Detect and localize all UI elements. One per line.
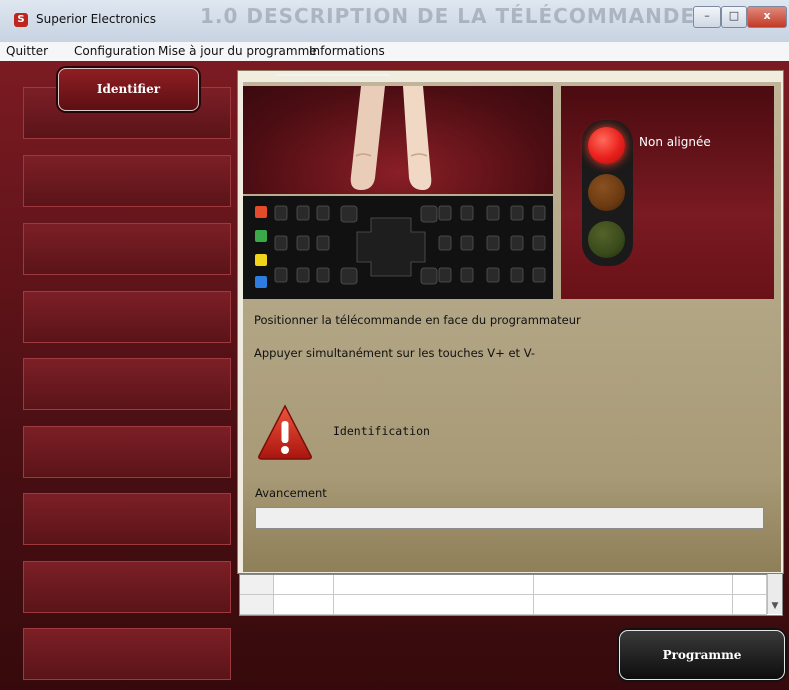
minimize-button[interactable]: – [693, 6, 721, 28]
side-panel-6 [23, 426, 231, 478]
background-caption: 1.0 DESCRIPTION DE LA TÉLÉCOMMANDE [200, 4, 696, 28]
side-panel-5 [23, 358, 231, 410]
traffic-light-icon [582, 120, 633, 266]
instruction-line-1: Positionner la télécommande en face du p… [254, 313, 581, 327]
side-panel-8 [23, 561, 231, 613]
hand-image [243, 86, 553, 194]
scroll-down-icon[interactable]: ▼ [768, 601, 782, 611]
window-title: Superior Electronics [36, 12, 156, 26]
table-cell [274, 595, 334, 615]
side-panel-9 [23, 628, 231, 680]
scrollbar[interactable]: ▼ [767, 574, 782, 614]
menu-configuration[interactable]: Configuration [74, 44, 155, 58]
close-button[interactable]: x [747, 6, 787, 28]
table-cell [534, 595, 733, 615]
menu-informations[interactable]: Informations [309, 44, 385, 58]
remote-control-image [243, 196, 553, 299]
progress-bar [255, 507, 764, 529]
table-cell [733, 595, 767, 615]
programme-button[interactable]: Programme [619, 630, 785, 680]
table-row-header [240, 595, 274, 615]
table-row-header [240, 575, 274, 595]
progress-label: Avancement [255, 486, 327, 500]
side-panel-3 [23, 223, 231, 275]
alignment-status: Non alignée [639, 135, 711, 149]
table-cell [334, 575, 534, 595]
title-bar: S Superior Electronics 1.0 DESCRIPTION D… [0, 0, 789, 43]
identification-label: Identification [333, 424, 430, 438]
log-table[interactable] [239, 574, 783, 616]
amber-lamp [588, 174, 625, 211]
tab-indicator [276, 74, 390, 76]
menu-mise-a-jour[interactable]: Mise à jour du programme [158, 44, 317, 58]
side-panel-4 [23, 291, 231, 343]
identify-button[interactable]: Identifier [58, 68, 199, 111]
table-cell [274, 575, 334, 595]
menu-bar: Quitter Configuration Mise à jour du pro… [0, 42, 789, 62]
warning-icon [256, 403, 314, 461]
app-icon: S [14, 13, 28, 27]
table-cell [334, 595, 534, 615]
green-lamp [588, 221, 625, 258]
side-panel-2 [23, 155, 231, 207]
side-panel-7 [23, 493, 231, 545]
table-cell [534, 575, 733, 595]
menu-quitter[interactable]: Quitter [6, 44, 48, 58]
maximize-button[interactable]: □ [721, 6, 747, 28]
red-lamp [588, 127, 625, 164]
instruction-line-2: Appuyer simultanément sur les touches V+… [254, 346, 536, 360]
table-cell [733, 575, 767, 595]
